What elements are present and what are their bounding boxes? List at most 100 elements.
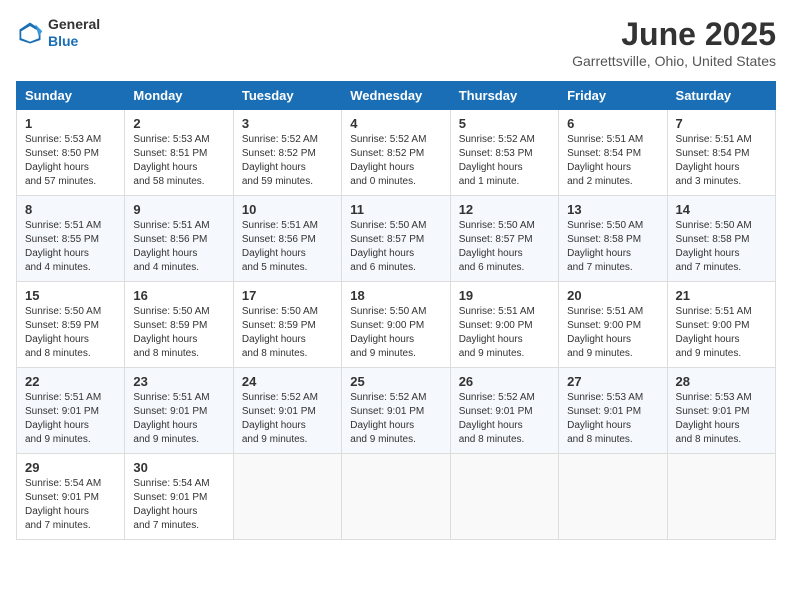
day-number: 11 bbox=[350, 202, 441, 217]
day-info: Sunrise: 5:51 AMSunset: 8:54 PMDaylight … bbox=[676, 133, 767, 189]
empty-cell bbox=[559, 454, 667, 540]
day-cell-18: 18 Sunrise: 5:50 AMSunset: 9:00 PMDayligh… bbox=[342, 282, 450, 368]
day-info: Sunrise: 5:50 AMSunset: 9:00 PMDaylight … bbox=[350, 305, 441, 361]
day-info: Sunrise: 5:54 AMSunset: 9:01 PMDaylight … bbox=[25, 477, 116, 533]
day-info: Sunrise: 5:51 AMSunset: 9:00 PMDaylight … bbox=[676, 305, 767, 361]
calendar-header-row: SundayMondayTuesdayWednesdayThursdayFrid… bbox=[17, 82, 776, 110]
page-header: General Blue June 2025 Garrettsville, Oh… bbox=[16, 16, 776, 69]
day-info: Sunrise: 5:51 AMSunset: 9:00 PMDaylight … bbox=[567, 305, 658, 361]
day-cell-11: 11 Sunrise: 5:50 AMSunset: 8:57 PMDayligh… bbox=[342, 196, 450, 282]
day-cell-10: 10 Sunrise: 5:51 AMSunset: 8:56 PMDayligh… bbox=[233, 196, 341, 282]
day-number: 15 bbox=[25, 288, 116, 303]
day-cell-8: 8 Sunrise: 5:51 AMSunset: 8:55 PMDaylight… bbox=[17, 196, 125, 282]
day-cell-27: 27 Sunrise: 5:53 AMSunset: 9:01 PMDayligh… bbox=[559, 368, 667, 454]
day-number: 18 bbox=[350, 288, 441, 303]
day-info: Sunrise: 5:52 AMSunset: 8:52 PMDaylight … bbox=[350, 133, 441, 189]
day-number: 16 bbox=[133, 288, 224, 303]
day-number: 27 bbox=[567, 374, 658, 389]
day-info: Sunrise: 5:52 AMSunset: 8:52 PMDaylight … bbox=[242, 133, 333, 189]
day-number: 7 bbox=[676, 116, 767, 131]
day-number: 29 bbox=[25, 460, 116, 475]
day-info: Sunrise: 5:51 AMSunset: 8:55 PMDaylight … bbox=[25, 219, 116, 275]
col-header-wednesday: Wednesday bbox=[342, 82, 450, 110]
day-info: Sunrise: 5:53 AMSunset: 9:01 PMDaylight … bbox=[676, 391, 767, 447]
day-info: Sunrise: 5:51 AMSunset: 9:01 PMDaylight … bbox=[25, 391, 116, 447]
day-info: Sunrise: 5:52 AMSunset: 9:01 PMDaylight … bbox=[242, 391, 333, 447]
day-cell-24: 24 Sunrise: 5:52 AMSunset: 9:01 PMDayligh… bbox=[233, 368, 341, 454]
day-cell-12: 12Sunrise: 5:50 AMSunset: 8:57 PMDayligh… bbox=[450, 196, 558, 282]
day-cell-19: 19Sunrise: 5:51 AMSunset: 9:00 PMDayligh… bbox=[450, 282, 558, 368]
day-info: Sunrise: 5:50 AMSunset: 8:58 PMDaylight … bbox=[676, 219, 767, 275]
day-info: Sunrise: 5:51 AMSunset: 8:56 PMDaylight … bbox=[242, 219, 333, 275]
day-info: Sunrise: 5:52 AMSunset: 9:01 PMDaylight … bbox=[459, 391, 550, 447]
col-header-thursday: Thursday bbox=[450, 82, 558, 110]
day-number: 2 bbox=[133, 116, 224, 131]
day-number: 23 bbox=[133, 374, 224, 389]
day-cell-28: 28 Sunrise: 5:53 AMSunset: 9:01 PMDayligh… bbox=[667, 368, 775, 454]
day-number: 10 bbox=[242, 202, 333, 217]
day-number: 8 bbox=[25, 202, 116, 217]
day-number: 9 bbox=[133, 202, 224, 217]
day-cell-15: 15 Sunrise: 5:50 AMSunset: 8:59 PMDayligh… bbox=[17, 282, 125, 368]
empty-cell bbox=[667, 454, 775, 540]
day-number: 24 bbox=[242, 374, 333, 389]
day-number: 13 bbox=[567, 202, 658, 217]
day-number: 20 bbox=[567, 288, 658, 303]
day-cell-26: 26Sunrise: 5:52 AMSunset: 9:01 PMDayligh… bbox=[450, 368, 558, 454]
day-cell-7: 7 Sunrise: 5:51 AMSunset: 8:54 PMDaylight… bbox=[667, 110, 775, 196]
month-title: June 2025 bbox=[572, 16, 776, 53]
calendar-week-4: 22 Sunrise: 5:51 AMSunset: 9:01 PMDayligh… bbox=[17, 368, 776, 454]
col-header-monday: Monday bbox=[125, 82, 233, 110]
day-cell-13: 13 Sunrise: 5:50 AMSunset: 8:58 PMDayligh… bbox=[559, 196, 667, 282]
day-info: Sunrise: 5:54 AMSunset: 9:01 PMDaylight … bbox=[133, 477, 224, 533]
day-number: 25 bbox=[350, 374, 441, 389]
day-info: Sunrise: 5:53 AMSunset: 8:50 PMDaylight … bbox=[25, 133, 116, 189]
day-info: Sunrise: 5:51 AMSunset: 9:01 PMDaylight … bbox=[133, 391, 224, 447]
day-cell-23: 23 Sunrise: 5:51 AMSunset: 9:01 PMDayligh… bbox=[125, 368, 233, 454]
day-info: Sunrise: 5:50 AMSunset: 8:57 PMDaylight … bbox=[459, 219, 550, 275]
day-cell-29: 29 Sunrise: 5:54 AMSunset: 9:01 PMDayligh… bbox=[17, 454, 125, 540]
day-info: Sunrise: 5:51 AMSunset: 8:54 PMDaylight … bbox=[567, 133, 658, 189]
empty-cell bbox=[342, 454, 450, 540]
logo-text: General Blue bbox=[48, 16, 100, 50]
day-info: Sunrise: 5:52 AMSunset: 8:53 PMDaylight … bbox=[459, 133, 550, 189]
day-cell-14: 14 Sunrise: 5:50 AMSunset: 8:58 PMDayligh… bbox=[667, 196, 775, 282]
title-block: June 2025 Garrettsville, Ohio, United St… bbox=[572, 16, 776, 69]
day-number: 4 bbox=[350, 116, 441, 131]
day-number: 5 bbox=[459, 116, 550, 131]
day-number: 14 bbox=[676, 202, 767, 217]
logo-icon bbox=[16, 19, 44, 47]
day-cell-4: 4 Sunrise: 5:52 AMSunset: 8:52 PMDaylight… bbox=[342, 110, 450, 196]
day-info: Sunrise: 5:50 AMSunset: 8:59 PMDaylight … bbox=[133, 305, 224, 361]
col-header-tuesday: Tuesday bbox=[233, 82, 341, 110]
day-info: Sunrise: 5:50 AMSunset: 8:58 PMDaylight … bbox=[567, 219, 658, 275]
day-number: 1 bbox=[25, 116, 116, 131]
day-cell-30: 30 Sunrise: 5:54 AMSunset: 9:01 PMDayligh… bbox=[125, 454, 233, 540]
calendar-table: SundayMondayTuesdayWednesdayThursdayFrid… bbox=[16, 81, 776, 540]
day-cell-16: 16 Sunrise: 5:50 AMSunset: 8:59 PMDayligh… bbox=[125, 282, 233, 368]
calendar-week-1: 1 Sunrise: 5:53 AMSunset: 8:50 PMDaylight… bbox=[17, 110, 776, 196]
day-info: Sunrise: 5:50 AMSunset: 8:59 PMDaylight … bbox=[25, 305, 116, 361]
day-info: Sunrise: 5:53 AMSunset: 9:01 PMDaylight … bbox=[567, 391, 658, 447]
day-info: Sunrise: 5:50 AMSunset: 8:57 PMDaylight … bbox=[350, 219, 441, 275]
day-cell-3: 3Sunrise: 5:52 AMSunset: 8:52 PMDaylight… bbox=[233, 110, 341, 196]
day-info: Sunrise: 5:51 AMSunset: 8:56 PMDaylight … bbox=[133, 219, 224, 275]
day-cell-5: 5 Sunrise: 5:52 AMSunset: 8:53 PMDaylight… bbox=[450, 110, 558, 196]
col-header-sunday: Sunday bbox=[17, 82, 125, 110]
logo-general: General bbox=[48, 16, 100, 32]
logo: General Blue bbox=[16, 16, 100, 50]
day-number: 19 bbox=[459, 288, 550, 303]
day-cell-22: 22 Sunrise: 5:51 AMSunset: 9:01 PMDayligh… bbox=[17, 368, 125, 454]
day-number: 28 bbox=[676, 374, 767, 389]
calendar-week-5: 29 Sunrise: 5:54 AMSunset: 9:01 PMDayligh… bbox=[17, 454, 776, 540]
day-number: 22 bbox=[25, 374, 116, 389]
day-number: 17 bbox=[242, 288, 333, 303]
day-info: Sunrise: 5:50 AMSunset: 8:59 PMDaylight … bbox=[242, 305, 333, 361]
col-header-friday: Friday bbox=[559, 82, 667, 110]
day-cell-2: 2 Sunrise: 5:53 AMSunset: 8:51 PMDaylight… bbox=[125, 110, 233, 196]
day-cell-9: 9 Sunrise: 5:51 AMSunset: 8:56 PMDaylight… bbox=[125, 196, 233, 282]
day-number: 21 bbox=[676, 288, 767, 303]
day-cell-6: 6Sunrise: 5:51 AMSunset: 8:54 PMDaylight… bbox=[559, 110, 667, 196]
day-info: Sunrise: 5:53 AMSunset: 8:51 PMDaylight … bbox=[133, 133, 224, 189]
day-number: 30 bbox=[133, 460, 224, 475]
